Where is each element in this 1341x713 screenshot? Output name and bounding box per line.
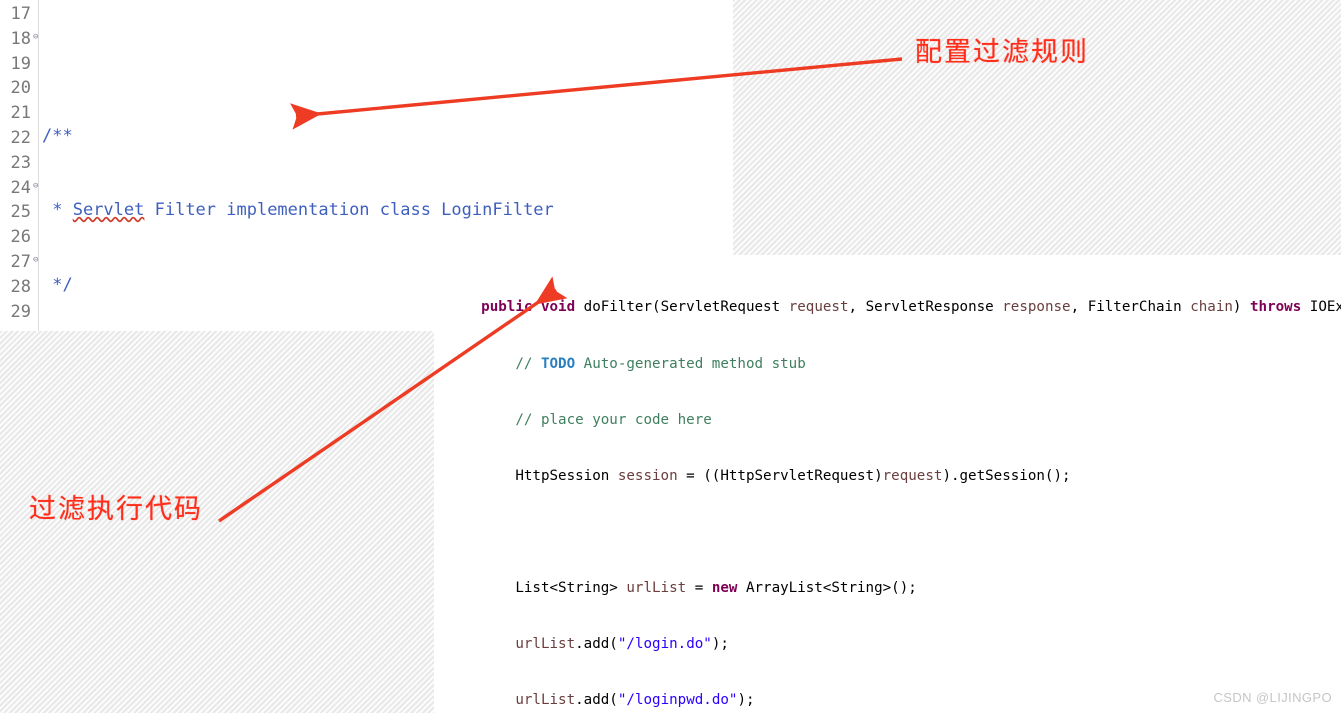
line-number: 28: [10, 276, 31, 297]
line-number: 17: [10, 4, 31, 24]
code-line: urlList.add("/loginpwd.do");: [515, 692, 755, 709]
code-line: urlList.add("/login.do");: [515, 635, 729, 652]
code-line: // place your code here: [447, 411, 712, 428]
code-line: List<String> urlList = new ArrayList<Str…: [447, 579, 917, 596]
line-number: 24: [10, 177, 31, 198]
code-editor-right[interactable]: public void doFilter(ServletRequest requ…: [434, 255, 1341, 713]
code-line: // TODO Auto-generated method stub: [447, 355, 806, 372]
line-number: 19: [10, 53, 31, 74]
line-number: 22: [10, 128, 31, 148]
line-number: 29: [10, 301, 31, 322]
code-lines-right: public void doFilter(ServletRequest requ…: [447, 261, 1341, 713]
line-number: 21: [10, 103, 31, 124]
code-line: * Servlet Filter implementation class Lo…: [42, 200, 554, 221]
csdn-watermark: CSDN @LIJINGPO: [1213, 690, 1332, 705]
code-line: HttpSession session = ((HttpServletReque…: [447, 467, 1071, 484]
fold-marker-icon[interactable]: ⊖: [33, 182, 41, 191]
annotation-filter-exec-code: 过滤执行代码: [29, 494, 203, 525]
line-number: 20: [10, 78, 31, 99]
line-number: 26: [10, 227, 31, 248]
code-line: /**: [42, 125, 73, 146]
fold-marker-icon[interactable]: ⊖: [33, 256, 41, 265]
line-number: 27: [10, 252, 31, 272]
fold-marker-icon[interactable]: ⊖: [33, 33, 41, 42]
line-number: 25: [10, 202, 31, 223]
slide-canvas: 17 18 19 20 21 22 23 24 25 26 27 28 29 ⊖…: [0, 0, 1341, 713]
line-number-gutter-left: 17 18 19 20 21 22 23 24 25 26 27 28 29 ⊖…: [0, 0, 39, 331]
annotation-config-filter-rule: 配置过滤规则: [915, 37, 1089, 68]
line-number: 23: [10, 152, 31, 173]
code-line: public void doFilter(ServletRequest requ…: [481, 299, 1341, 316]
line-number: 18: [10, 28, 31, 49]
